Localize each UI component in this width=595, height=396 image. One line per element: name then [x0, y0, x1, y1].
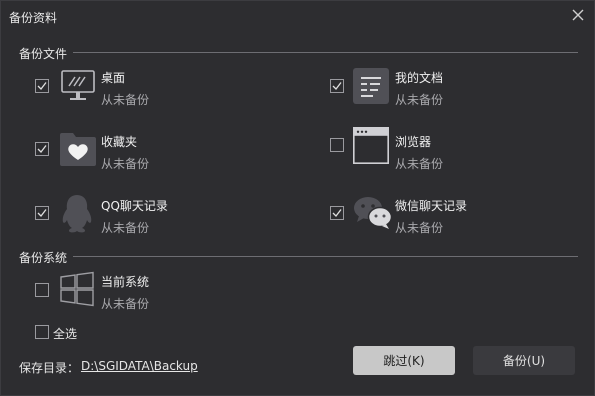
item-status-desktop: 从未备份 [101, 93, 150, 107]
item-title-wechat: 微信聊天记录 [395, 199, 468, 213]
checkbox-system[interactable] [35, 283, 49, 297]
desktop-monitor-icon [59, 69, 97, 103]
window-title: 备份资料 [9, 11, 58, 25]
section-divider-files [73, 52, 578, 53]
checkbox-favorites[interactable] [35, 142, 49, 156]
backup-dialog: 备份资料 备份文件 桌面 从未备份 我的文档 从未备份 收藏夹 从未备份 浏览器… [0, 0, 595, 396]
section-label-system: 备份系统 [19, 251, 68, 265]
item-title-favorites: 收藏夹 [101, 135, 138, 149]
item-status-favorites: 从未备份 [101, 157, 150, 171]
item-status-system: 从未备份 [101, 297, 150, 311]
item-status-qq: 从未备份 [101, 221, 150, 235]
documents-icon [353, 68, 389, 104]
section-divider-system [73, 256, 578, 257]
item-title-system: 当前系统 [101, 275, 150, 289]
select-all-label[interactable]: 全选 [53, 325, 77, 342]
qq-penguin-icon [59, 194, 95, 234]
windows-logo-icon [59, 271, 95, 307]
checkbox-browser[interactable] [330, 138, 344, 152]
item-title-browser: 浏览器 [395, 135, 432, 149]
checkbox-qq[interactable] [35, 206, 49, 220]
checkbox-select-all[interactable] [35, 325, 49, 339]
save-directory-label: 保存目录： [19, 361, 80, 375]
title-bar: 备份资料 [1, 1, 594, 31]
favorites-folder-heart-icon [59, 131, 97, 167]
item-title-documents: 我的文档 [395, 71, 444, 85]
item-status-wechat: 从未备份 [395, 221, 444, 235]
section-label-files: 备份文件 [19, 47, 68, 61]
wechat-icon [353, 196, 393, 230]
checkbox-wechat[interactable] [330, 206, 344, 220]
backup-button[interactable]: 备份(U) [473, 346, 575, 375]
browser-window-icon [353, 127, 390, 165]
item-status-browser: 从未备份 [395, 157, 444, 171]
item-title-qq: QQ聊天记录 [101, 199, 168, 213]
checkbox-documents[interactable] [330, 79, 344, 93]
item-status-documents: 从未备份 [395, 93, 444, 107]
skip-button[interactable]: 跳过(K) [353, 346, 455, 375]
save-directory-link[interactable]: D:\SGIDATA\Backup [81, 359, 198, 373]
checkbox-desktop[interactable] [35, 79, 49, 93]
item-title-desktop: 桌面 [101, 71, 126, 85]
close-icon[interactable] [570, 7, 586, 23]
